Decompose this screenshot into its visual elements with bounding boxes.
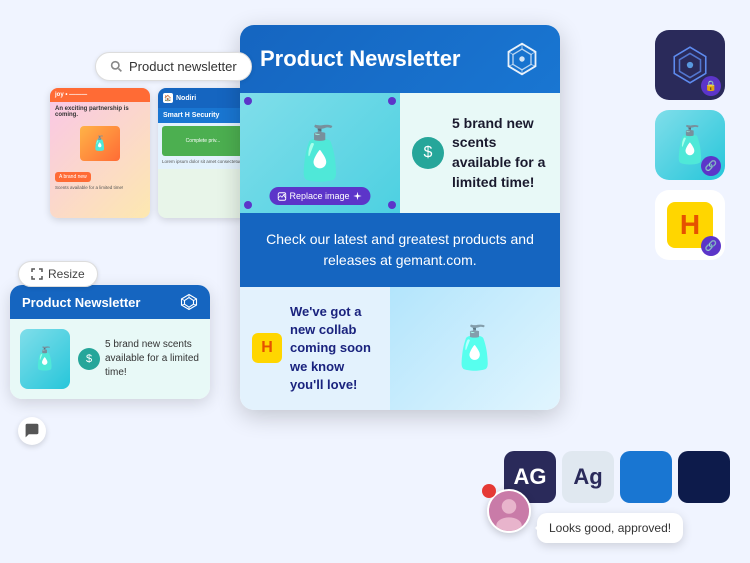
- tooltip-bubble: Looks good, approved!: [537, 513, 683, 543]
- thumb1-tag: A brand new: [55, 172, 91, 182]
- thumb2-body: Complete priv... Lorem ipsum dolor sit a…: [158, 123, 248, 169]
- bottom-right-icons: AG Ag: [504, 451, 730, 503]
- collab-image-area: 🧴: [390, 287, 560, 410]
- thumb2-title: Nodiri: [176, 95, 196, 102]
- resize-label: Resize: [48, 267, 85, 281]
- search-value: Product newsletter: [129, 59, 237, 74]
- mini-card-body: 🧴 $ 5 brand new scents available for a l…: [10, 319, 210, 399]
- scent-text: 5 brand new scents available for a limit…: [452, 114, 548, 192]
- thumb1-header: joy • ———: [50, 88, 150, 102]
- right-icon-3[interactable]: H 🔗: [655, 190, 725, 260]
- mini-card-bottle-image: 🧴: [20, 329, 70, 389]
- ag-light-label: Ag: [573, 464, 602, 490]
- collab-spray-bottle: 🧴: [449, 324, 501, 373]
- ag-dark-label: AG: [514, 464, 547, 490]
- font-icon-ag-light[interactable]: Ag: [562, 451, 614, 503]
- selection-dot-tr: [388, 97, 396, 105]
- scent-icon: $: [412, 137, 444, 169]
- replace-image-button[interactable]: Replace image: [269, 187, 370, 205]
- main-section-3: H We've got a new collab coming soon we …: [240, 287, 560, 410]
- selection-dot-bl: [244, 201, 252, 209]
- tooltip-text: Looks good, approved!: [549, 521, 671, 535]
- collab-text: We've got a new collab coming soon we kn…: [290, 303, 378, 394]
- main-card-logo: [504, 41, 540, 77]
- collab-text-area: H We've got a new collab coming soon we …: [240, 287, 390, 410]
- thumb1-body: An exciting partnership is coming.: [50, 102, 150, 122]
- resize-button[interactable]: Resize: [18, 261, 98, 287]
- search-icon: [110, 60, 123, 73]
- ai-sparkle-icon: [353, 191, 363, 201]
- collab-h-icon: H: [252, 333, 282, 363]
- resize-icon: [31, 268, 43, 280]
- replace-image-icon: [277, 192, 286, 201]
- replace-image-label: Replace image: [289, 191, 349, 201]
- right-icon-2-badge: 🔗: [701, 156, 721, 176]
- main-bottle-image: 🧴: [288, 123, 353, 184]
- thumb1-image: 🧴: [80, 126, 120, 161]
- right-icon-1[interactable]: 🔒: [655, 30, 725, 100]
- right-icons-column: 🔒 🧴 🔗 H 🔗: [655, 30, 725, 260]
- thumbnail-card-1: joy • ——— An exciting partnership is com…: [50, 88, 150, 218]
- chat-icon: [24, 423, 40, 439]
- thumb2-section-title: Smart H Security: [158, 108, 248, 123]
- mini-card-header: Product Newsletter: [10, 285, 210, 319]
- main-newsletter-card: Product Newsletter 🧴: [240, 25, 560, 410]
- selection-dot-br: [388, 201, 396, 209]
- mini-card-logo: [180, 293, 198, 311]
- search-bar[interactable]: Product newsletter: [95, 52, 252, 81]
- mini-card-text-area: $ 5 brand new scents available for a lim…: [78, 338, 200, 380]
- main-section-1-text: $ 5 brand new scents available for a lim…: [400, 93, 560, 213]
- main-section-2-banner: Check our latest and greatest products a…: [240, 213, 560, 287]
- main-section-2-text: Check our latest and greatest products a…: [266, 231, 534, 268]
- avatar-image: [489, 489, 529, 533]
- mini-preview-card: Product Newsletter 🧴 $ 5 brand new scent…: [10, 285, 210, 399]
- right-icon-1-badge: 🔒: [701, 76, 721, 96]
- color-swatch-blue[interactable]: [620, 451, 672, 503]
- thumb1-subtitle: Scents available for a limited time!: [50, 184, 150, 191]
- thumb2-icon: 🏠: [163, 93, 173, 103]
- color-swatch-navy[interactable]: [678, 451, 730, 503]
- main-card-title: Product Newsletter: [260, 46, 461, 72]
- right-icon-2[interactable]: 🧴 🔗: [655, 110, 725, 180]
- mini-card-description: 5 brand new scents available for a limit…: [105, 338, 200, 380]
- thumbnail-card-2: 🏠 Nodiri Smart H Security Complete priv.…: [158, 88, 248, 218]
- mini-card-scent-icon: $: [78, 348, 100, 370]
- main-bottle-area: 🧴 Replace image: [240, 93, 400, 213]
- chat-icon-button[interactable]: [18, 417, 46, 445]
- right-icon-3-badge: 🔗: [701, 236, 721, 256]
- main-section-1: 🧴 Replace image $ 5 brand new scents ava…: [240, 93, 560, 213]
- thumb2-header: 🏠 Nodiri: [158, 88, 248, 108]
- selection-dot-tl: [244, 97, 252, 105]
- avatar-area: Looks good, approved!: [487, 489, 531, 533]
- main-card-header: Product Newsletter: [240, 25, 560, 93]
- notification-dot: [482, 484, 496, 498]
- mini-card-title: Product Newsletter: [22, 295, 140, 310]
